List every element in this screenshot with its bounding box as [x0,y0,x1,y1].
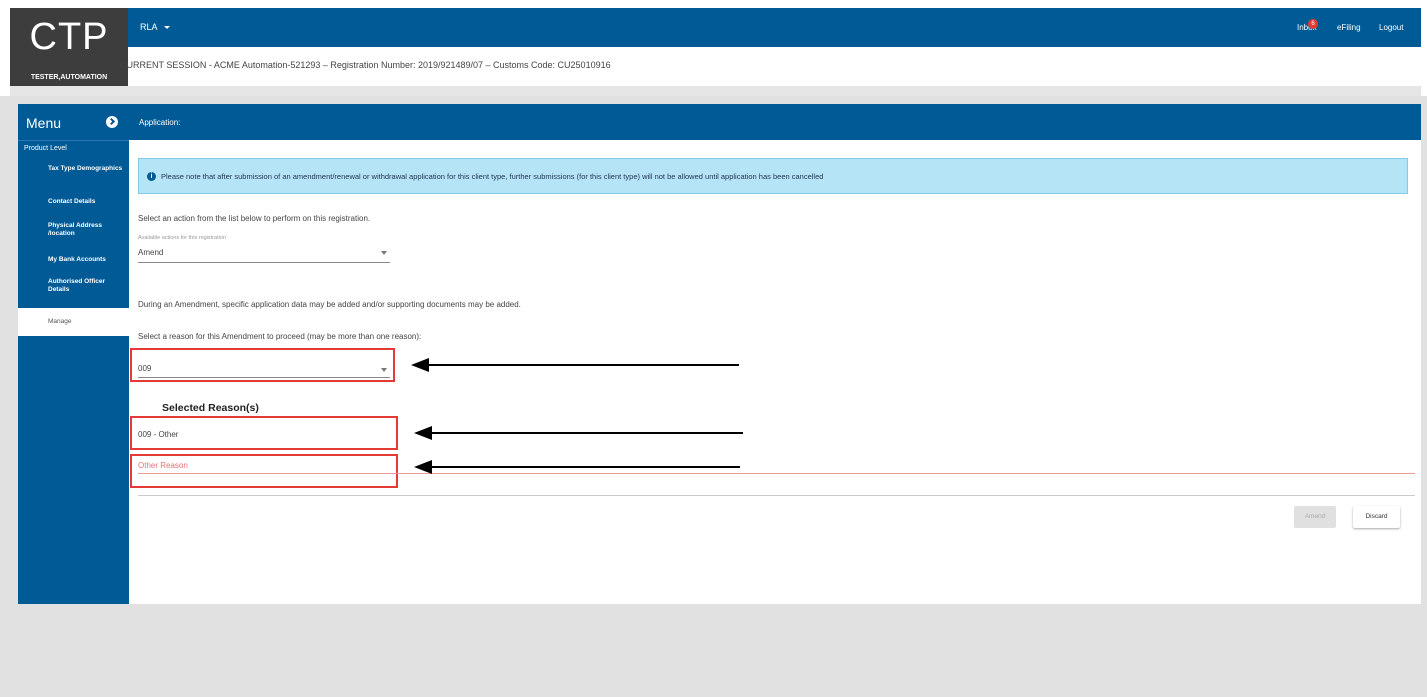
action-field-label: Available actions for this registration [138,235,226,241]
logout-link[interactable]: Logout [1379,23,1403,32]
session-bar: CURRENT SESSION - ACME Automation-521293… [120,47,1421,87]
annotation-arrow-shaft [430,466,740,468]
menu-title: Menu [26,115,62,131]
efiling-link[interactable]: eFiling [1337,23,1361,32]
reason-select-underline [138,377,390,378]
reason-prompt: Select a reason for this Amendment to pr… [138,332,422,341]
annotation-arrow-shaft [427,364,739,366]
selected-reasons-title: Selected Reason(s) [162,402,259,414]
action-select-value: Amend [138,248,164,257]
annotation-arrow-shaft [430,432,743,434]
main-panel: Application: i Please note that after su… [129,104,1421,604]
other-reason-input[interactable]: Other Reason [138,461,188,470]
reason-chevron-down-icon [381,368,387,372]
other-reason-underline [138,473,1415,474]
discard-button[interactable]: Discard [1353,506,1400,528]
reason-select-value: 009 [138,364,152,373]
action-prompt: Select an action from the list below to … [138,214,371,223]
header-divider-band [10,86,1421,96]
other-reason-highlight [130,454,398,488]
form-divider [138,495,1415,496]
sidebar-section-product-level[interactable]: Product Level [24,145,67,152]
logged-in-user: TESTER,AUTOMATION [30,74,108,81]
top-nav-bar: RLA Inbox 6 eFiling Logout [128,8,1421,47]
application-title: Application: [139,118,181,127]
sidebar-item-tax-type-demographics[interactable]: Tax Type Demographics [48,165,126,173]
collapse-menu-icon[interactable] [106,116,118,128]
logo-text: CTP [29,16,109,58]
profile-menu[interactable]: RLA [140,22,170,32]
sidebar-item-manage-label: Manage [48,318,72,325]
sidebar-divider [18,140,129,141]
application-header: Application: [129,104,1421,140]
sidebar-item-manage[interactable]: Manage [18,308,129,336]
sidebar: Menu Product Level Tax Type Demographics… [18,104,129,604]
profile-menu-label: RLA [140,22,158,32]
caret-down-icon [163,26,170,30]
info-notice: i Please note that after submission of a… [138,158,1408,194]
selected-reason-item: 009 - Other [138,430,179,439]
logo: CTP TESTER,AUTOMATION [10,8,128,93]
sidebar-item-physical-address[interactable]: Physical Address /location [48,222,126,238]
amend-button[interactable]: Amend [1294,506,1336,528]
amend-info: During an Amendment, specific applicatio… [138,300,521,309]
info-icon: i [147,172,156,181]
session-info: CURRENT SESSION - ACME Automation-521293… [120,60,611,70]
inbox-count-badge: 6 [1308,19,1318,29]
action-chevron-down-icon [381,251,387,255]
action-select-underline [138,262,390,263]
sidebar-item-contact-details[interactable]: Contact Details [48,198,126,206]
notice-text: Please note that after submission of an … [161,172,824,181]
sidebar-item-authorised-officer[interactable]: Authorised Officer Details [48,278,126,294]
sidebar-item-bank-accounts[interactable]: My Bank Accounts [48,256,126,264]
